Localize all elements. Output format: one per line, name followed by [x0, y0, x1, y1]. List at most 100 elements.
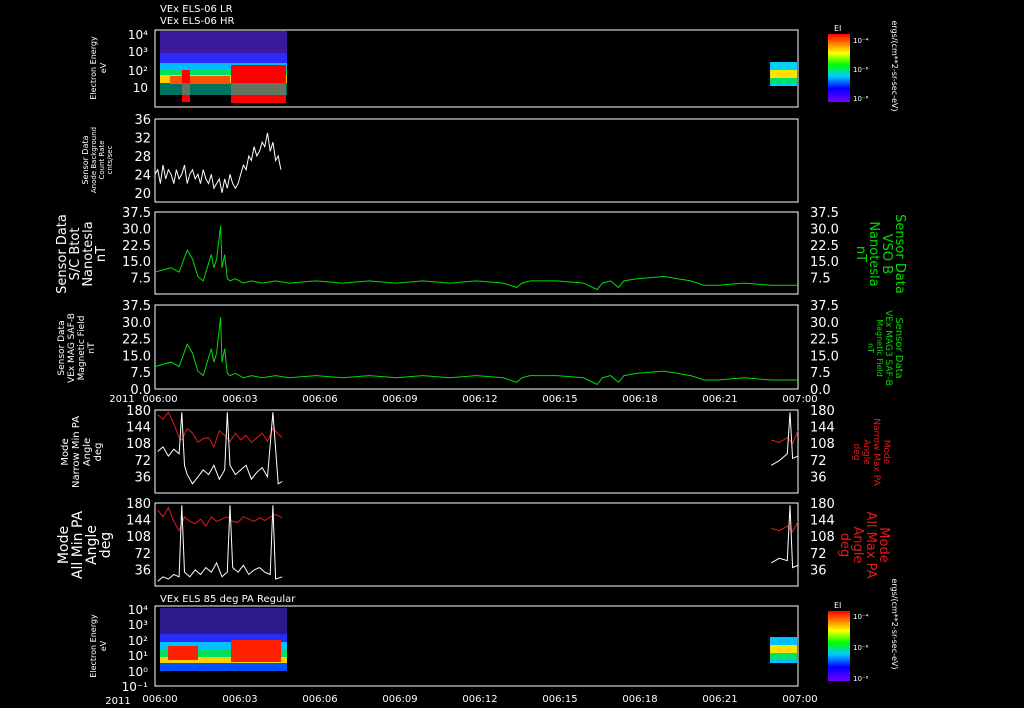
p6-series-0-seg-1 [771, 521, 799, 533]
p3-ytick-4: 7.5 [130, 272, 151, 287]
p4-ylabel-2: Magnetic Field [77, 316, 87, 381]
p4-ytick-right-4: 7.5 [810, 366, 831, 381]
p6-ytick-right-1: 144 [810, 514, 835, 529]
spec1-orange [170, 76, 230, 84]
p3-series-0-seg-0 [154, 226, 798, 291]
spectrogram-bottom [160, 608, 797, 671]
panel-6-frame [154, 502, 799, 587]
time-tick-1-2: 006:06 [302, 394, 337, 405]
p1-ylabel-1: eV [99, 62, 108, 73]
p4-ylabel-1: VEx MAG SAF-B [67, 313, 77, 383]
p2-ytick-1: 32 [134, 131, 151, 146]
time-tick-1-1: 006:03 [222, 394, 257, 405]
p6-ytick-4: 36 [134, 563, 151, 578]
p5-series-0-seg-1 [771, 430, 799, 445]
p3-ylabel-3: nT [94, 246, 109, 262]
colorbar-top-label: EI [834, 24, 841, 33]
spec7-late-core [770, 645, 797, 653]
title-top-2: VEx ELS-06 HR [160, 16, 235, 27]
p5-series-0-seg-0 [157, 411, 283, 449]
colorbar-bottom-tick-0: 10⁻⁴ [853, 613, 869, 621]
spec1-blue [160, 53, 287, 63]
p5-rlabel-1: Narrow Max PA [871, 418, 881, 486]
p4-ytick-2: 22.5 [122, 333, 151, 348]
p2-series-0-seg-0 [154, 132, 282, 193]
colorbar-bottom-label: EI [834, 601, 841, 610]
p7-ylabel-0: Electron Energy [89, 614, 98, 678]
time-tick-1-3: 006:09 [382, 394, 417, 405]
p7-ylabel-1: eV [99, 640, 108, 651]
p4-ylabel-3: nT [87, 342, 97, 354]
p4-ytick-right-0: 37.5 [810, 299, 839, 314]
time-tick-1-4: 006:12 [462, 394, 497, 405]
spec7-lowblue [160, 663, 287, 671]
p5-ytick-right-2: 108 [810, 437, 835, 452]
title-bottom: VEx ELS 85 deg PA Regular [160, 594, 296, 605]
p5-ytick-2: 108 [126, 437, 151, 452]
p2-ylabel-0: Sensor Data [81, 135, 90, 184]
p1-ytick-1: 10³ [128, 45, 148, 59]
p5-ytick-0: 180 [126, 404, 151, 419]
p3-ytick-right-1: 30.0 [810, 222, 839, 237]
time-tick-2-0: 006:00 [142, 694, 177, 705]
p3-ytick-right-2: 22.5 [810, 239, 839, 254]
time-tick-2-2: 006:06 [302, 694, 337, 705]
p4-ytick-0: 37.5 [122, 299, 151, 314]
p2-ytick-2: 28 [134, 150, 151, 165]
spec7-purple [160, 608, 287, 634]
p5-ylabel-2: Angle [82, 438, 93, 466]
p3-ytick-2: 22.5 [122, 239, 151, 254]
p4-rlabel-3: nT [866, 343, 875, 353]
p5-ytick-3: 72 [134, 454, 151, 469]
year-label-1: 2011 [109, 394, 134, 405]
p5-rlabel-2: Angle [861, 439, 871, 465]
p7-ytick-5: 10⁻¹ [122, 680, 149, 694]
p6-series-1-seg-1 [770, 505, 799, 569]
right-axis-labels: Sensor Data VSO B Nanotesla nT Sensor Da… [837, 214, 907, 579]
p5-ylabel-0: Mode [60, 438, 71, 465]
p4-series-0-seg-0 [154, 317, 798, 386]
time-tick-2-1: 006:03 [222, 694, 257, 705]
colorbar-bottom-scale [828, 611, 850, 681]
p5-ylabel-3: deg [93, 443, 104, 462]
p7-ytick-2: 10² [128, 634, 148, 648]
p5-ytick-4: 36 [134, 470, 151, 485]
p7-ytick-4: 10⁰ [128, 665, 148, 679]
spectrogram-top [160, 31, 797, 103]
time-tick-2-5: 006:15 [542, 694, 577, 705]
p1-ytick-0: 10⁴ [128, 28, 148, 42]
colorbar-bottom: EI 10⁻⁴ 10⁻⁶ 10⁻⁸ ergs/(cm**2-sr-sec-eV) [828, 578, 899, 683]
p4-rlabel-2: Magnetic Field [875, 319, 884, 377]
p7-ytick-1: 10³ [128, 618, 148, 632]
p2-ytick-4: 20 [134, 187, 151, 202]
p2-ylabel-3: cnts/sec [106, 145, 114, 174]
time-tick-2-4: 006:12 [462, 694, 497, 705]
p4-ytick-1: 30.0 [122, 316, 151, 331]
p6-rlabel-3: deg [837, 533, 852, 558]
series-layer [154, 132, 799, 582]
p4-ytick-3: 15.0 [122, 349, 151, 364]
p4-ytick-4: 7.5 [130, 366, 151, 381]
spec1-purple [160, 31, 287, 53]
time-tick-1-8: 007:00 [782, 394, 817, 405]
p6-ytick-right-0: 180 [810, 497, 835, 512]
colorbar-top-side-label: ergs/(cm**2-sr-sec-eV) [890, 20, 899, 111]
p4-ytick-right-1: 30.0 [810, 316, 839, 331]
p6-series-0-seg-0 [157, 506, 283, 532]
p5-ytick-right-1: 144 [810, 421, 835, 436]
p5-ylabel-1: Narrow Min PA [71, 416, 82, 488]
colorbar-top-scale [828, 34, 850, 102]
spec7-late-mid [770, 653, 797, 659]
p7-ytick-0: 10⁴ [128, 603, 148, 617]
p2-ylabel-1: Anode Background [90, 127, 98, 193]
p6-ylabel-3: deg [98, 532, 114, 558]
p4-ytick-right-3: 15.0 [810, 349, 839, 364]
p1-ytick-2: 10² [128, 64, 148, 78]
p5-series-1-seg-0 [157, 412, 283, 485]
colorbar-top-tick-2: 10⁻⁸ [853, 95, 869, 103]
spec1-late-mid [770, 78, 797, 84]
time-tick-2-7: 006:21 [702, 694, 737, 705]
p3-rlabel-3: nT [853, 246, 868, 262]
colorbar-bottom-side-label: ergs/(cm**2-sr-sec-eV) [890, 578, 899, 669]
multi-panel-plot: VEx ELS-06 LR VEx ELS-06 HR VEx ELS 85 d… [55, 4, 907, 707]
